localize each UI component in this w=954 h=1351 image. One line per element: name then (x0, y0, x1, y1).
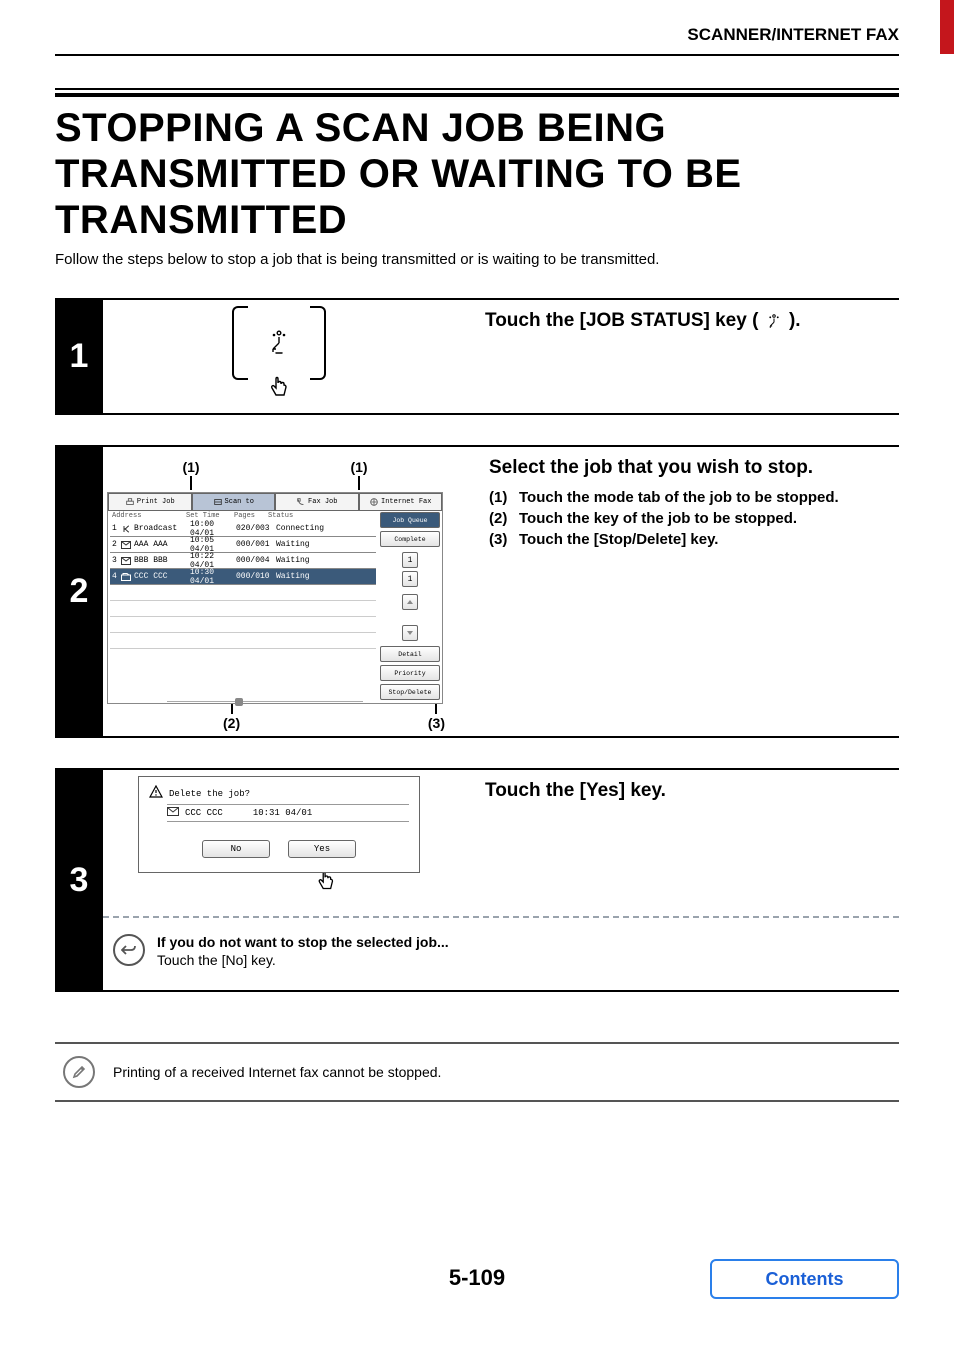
empty-row (110, 633, 376, 649)
pencil-icon (63, 1056, 95, 1088)
dialog-title: Delete the job? (169, 789, 250, 799)
callout-1: (1) (182, 459, 199, 490)
scroll-up-button[interactable] (402, 594, 418, 610)
job-row[interactable]: 3 BBB BBB 10:22 04/01 000/004 Waiting (110, 553, 376, 569)
step-1: 1 (55, 298, 899, 415)
confirm-dialog: Delete the job? CCC CCC 10:31 04/01 No Y… (138, 776, 420, 873)
substep-text: Touch the mode tab of the job to be stop… (519, 489, 893, 506)
alt-note: If you do not want to stop the selected … (103, 934, 899, 968)
touch-finger-icon (313, 869, 339, 900)
touch-finger-icon (265, 374, 293, 407)
panel-edge (310, 306, 326, 380)
step-heading: Touch the [Yes] key. (485, 780, 893, 802)
tab-internet-fax[interactable]: Internet Fax (359, 493, 443, 511)
step-heading: Select the job that you wish to stop. (489, 457, 893, 479)
callout-2: (2) (223, 704, 240, 731)
mail-icon (120, 541, 132, 549)
scroll-down-button[interactable] (402, 625, 418, 641)
ftp-icon (120, 573, 132, 581)
note-box: Printing of a received Internet fax cann… (55, 1042, 899, 1102)
alt-note-heading: If you do not want to stop the selected … (157, 934, 449, 950)
rule (55, 93, 899, 97)
note-text: Printing of a received Internet fax cann… (113, 1064, 441, 1080)
yes-button[interactable]: Yes (288, 840, 356, 858)
scan-icon (213, 497, 223, 507)
section-title: SCANNER/INTERNET FAX (687, 25, 899, 45)
job-queue-button[interactable]: Job Queue (380, 512, 440, 528)
job-row[interactable]: 2 AAA AAA 10:05 04/01 000/001 Waiting (110, 537, 376, 553)
alt-note-text: Touch the [No] key. (157, 952, 449, 968)
contents-button[interactable]: Contents (710, 1259, 899, 1299)
printer-icon (125, 497, 135, 507)
broadcast-icon (120, 524, 132, 534)
tab-fax-job[interactable]: Fax Job (275, 493, 359, 511)
job-row-selected[interactable]: 4 CCC CCC 10:30 04/01 000/010 Waiting (110, 569, 376, 585)
mail-icon (167, 807, 179, 819)
tab-print-job[interactable]: Print Job (108, 493, 192, 511)
substep-text: Touch the key of the job to be stopped. (519, 510, 893, 527)
running-header: SCANNER/INTERNET FAX (55, 25, 899, 56)
intro-text: Follow the steps below to stop a job tha… (55, 251, 899, 268)
complete-button[interactable]: Complete (380, 531, 440, 547)
column-headers: Address Set Time Pages Status (110, 511, 376, 521)
empty-row (110, 585, 376, 601)
step-3: 3 Delete the job? (55, 768, 899, 992)
panel-edge (232, 306, 248, 380)
fax-icon (296, 497, 306, 507)
step-number: 3 (55, 770, 103, 990)
return-icon (113, 934, 145, 966)
job-status-key-figure (232, 306, 326, 380)
job-status-key-icon (266, 325, 292, 362)
page-title: STOPPING A SCAN JOB BEING TRANSMITTED OR… (55, 105, 899, 243)
job-status-screen: (1) (1) Print Job Sc (107, 459, 443, 730)
tab-scan-to[interactable]: Scan to (192, 493, 276, 511)
accent-bar (940, 0, 954, 54)
step-number: 2 (55, 447, 103, 736)
rule (55, 88, 899, 90)
mail-icon (120, 557, 132, 565)
callout-1b: (1) (350, 459, 367, 490)
job-status-key-icon (764, 310, 789, 331)
empty-row (110, 617, 376, 633)
stop-delete-button[interactable]: Stop/Delete (380, 684, 440, 700)
ifax-icon (369, 497, 379, 507)
spin-value: 1 (402, 571, 418, 587)
no-button[interactable]: No (202, 840, 270, 858)
content: STOPPING A SCAN JOB BEING TRANSMITTED OR… (55, 88, 899, 1102)
step-2: 2 (1) (1) Print Job (55, 445, 899, 738)
empty-row (110, 601, 376, 617)
dialog-job-time: 10:31 04/01 (253, 808, 312, 818)
substep-text: Touch the [Stop/Delete] key. (519, 531, 893, 548)
warning-icon (149, 785, 163, 802)
job-row[interactable]: 1 Broadcast 10:00 04/01 020/003 Connecti… (110, 521, 376, 537)
detail-button[interactable]: Detail (380, 646, 440, 662)
priority-button[interactable]: Priority (380, 665, 440, 681)
callout-3: (3) (428, 704, 445, 731)
step-number: 1 (55, 300, 103, 413)
spin-value: 1 (402, 552, 418, 568)
step-heading: Touch the [JOB STATUS] key ( ). (485, 310, 893, 332)
dialog-job-name: CCC CCC (185, 808, 223, 818)
dashed-divider (103, 916, 899, 918)
